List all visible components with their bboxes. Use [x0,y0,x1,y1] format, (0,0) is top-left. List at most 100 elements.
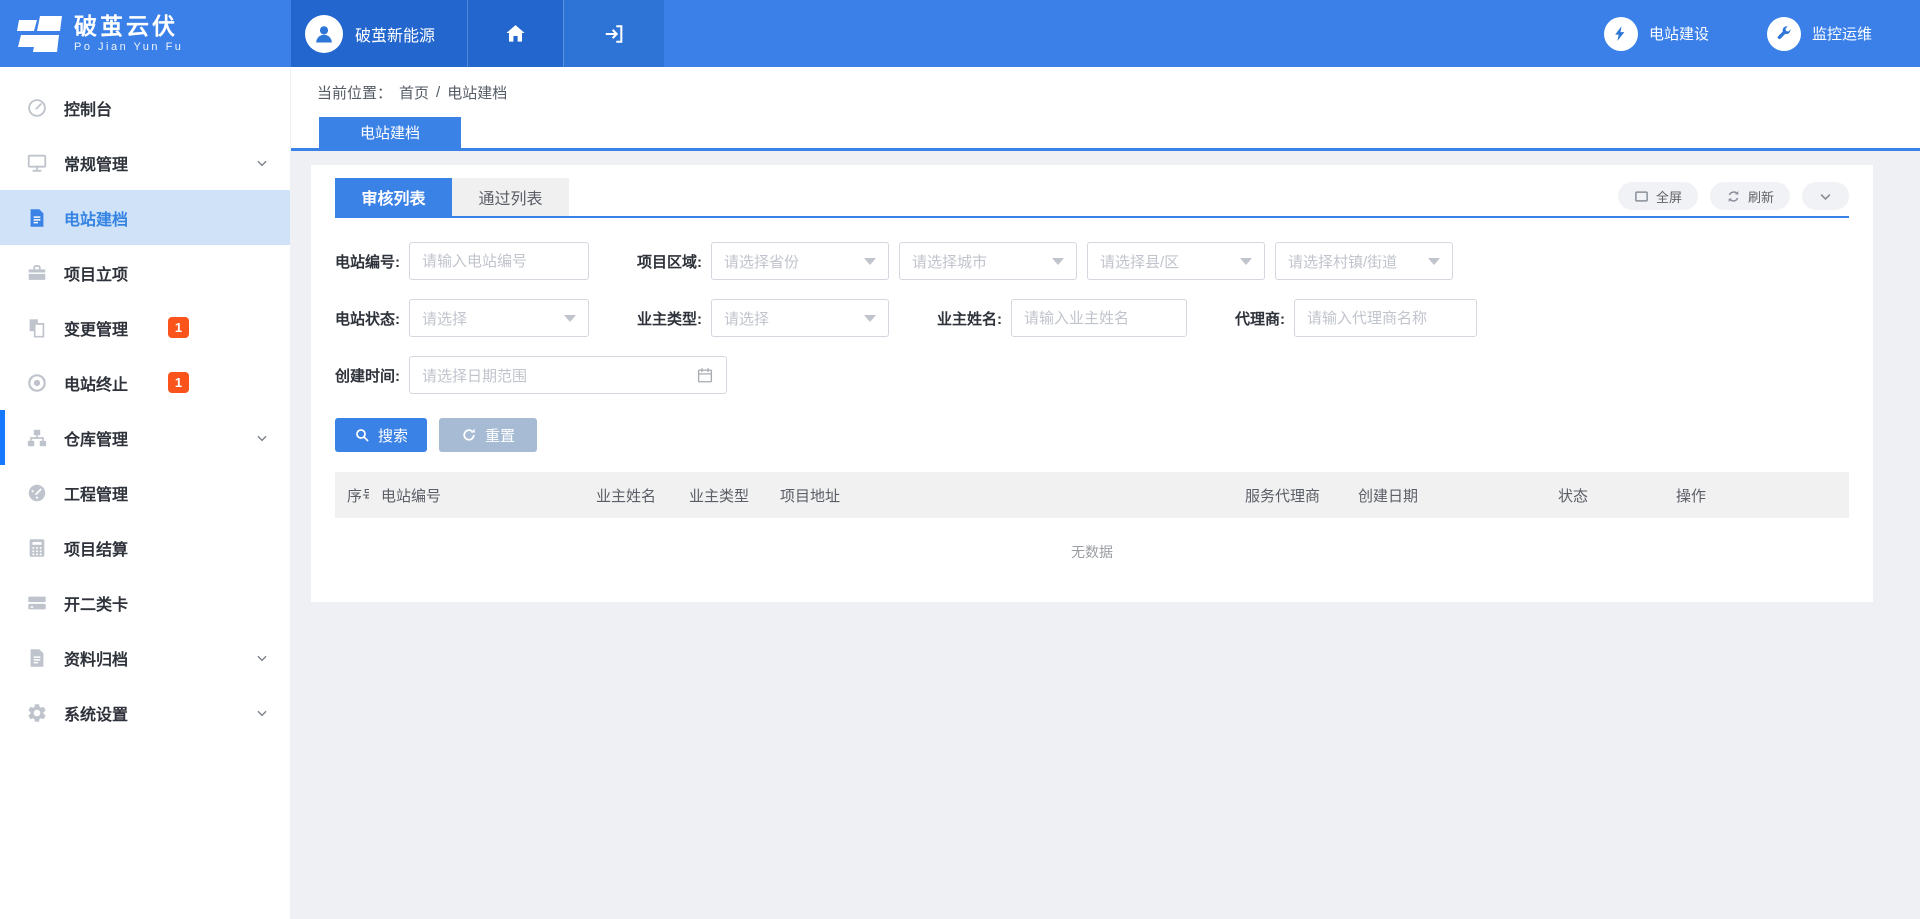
station-no-input[interactable] [409,242,589,280]
tab-passed-list[interactable]: 通过列表 [452,178,569,216]
nav-monitoring-ops[interactable]: 监控运维 [1767,17,1872,51]
tab-review-list[interactable]: 审核列表 [335,178,452,216]
province-select-value: 请选择省份 [724,251,799,272]
nav-station-construction[interactable]: 电站建设 [1604,17,1709,51]
sidebar-item-system-settings[interactable]: 系统设置 [0,685,290,740]
reset-button[interactable]: 重置 [439,418,537,452]
briefcase-icon [26,262,48,284]
record-circle-icon [26,372,48,394]
notification-badge: 1 [168,372,189,393]
brand-logo-icon [17,14,63,54]
county-select[interactable]: 请选择县/区 [1087,242,1265,280]
reset-label: 重置 [485,425,515,446]
sidebar-item-station-filing[interactable]: 电站建档 [0,190,290,245]
content-area: 审核列表 通过列表 全屏 刷新 [291,151,1920,602]
monitor-icon [26,152,48,174]
home-icon [504,22,527,45]
sidebar-item-label: 控制台 [64,96,112,120]
sidebar-item-general-management[interactable]: 常规管理 [0,135,290,190]
table-header-row: 序号 电站编号 业主姓名 业主类型 项目地址 服务代理商 创建日期 状态 操作 [335,472,1849,518]
agent-label: 代理商: [1235,308,1285,329]
breadcrumb-prefix: 当前位置： [317,82,392,103]
chevron-down-icon [1818,189,1833,204]
brand-text: 破茧云伏 Po Jian Yun Fu [74,14,183,53]
refresh-icon [1726,189,1741,204]
brand-subtitle: Po Jian Yun Fu [74,41,183,53]
create-time-label: 创建时间: [335,365,400,386]
col-create-date: 创建日期 [1346,472,1546,518]
user-section[interactable]: 破茧新能源 [291,0,467,67]
filter-form: 电站编号: 项目区域: 请选择省份 请选择城市 [335,218,1849,394]
refresh-label: 刷新 [1748,187,1774,206]
gauge-icon [26,482,48,504]
dashboard-icon [26,97,48,119]
breadcrumb-separator: / [436,84,440,101]
page-tab-station-filing[interactable]: 电站建档 [319,117,461,148]
sidebar-item-data-archive[interactable]: 资料归档 [0,630,290,685]
field-create-time: 创建时间: 请选择日期范围 [335,356,727,394]
sidebar-item-label: 仓库管理 [64,426,128,450]
top-header: 破茧云伏 Po Jian Yun Fu 破茧新能源 电站建设 [0,0,1920,67]
fullscreen-button[interactable]: 全屏 [1618,182,1698,210]
breadcrumb: 当前位置： 首页 / 电站建档 [291,67,1920,117]
home-button[interactable] [467,0,563,67]
sidebar-item-station-termination[interactable]: 电站终止 1 [0,355,290,410]
sidebar-item-open-class2-card[interactable]: 开二类卡 [0,575,290,630]
village-select[interactable]: 请选择村镇/街道 [1275,242,1453,280]
sidebar: 控制台 常规管理 电站建档 项目立项 变更管理 1 电站终止 1 [0,67,291,919]
owner-name-input[interactable] [1011,299,1187,337]
logout-icon [603,23,625,45]
chevron-down-icon [255,156,269,170]
caret-down-icon [864,258,876,265]
search-button[interactable]: 搜索 [335,418,427,452]
user-avatar[interactable] [305,15,343,53]
person-icon [312,22,336,46]
agent-input[interactable] [1294,299,1477,337]
sidebar-item-label: 开二类卡 [64,591,128,615]
col-actions: 操作 [1664,472,1849,518]
sidebar-item-engineering-management[interactable]: 工程管理 [0,465,290,520]
main-area: 当前位置： 首页 / 电站建档 电站建档 审核列表 通过列表 全屏 [291,67,1920,919]
sidebar-item-label: 变更管理 [64,316,128,340]
sidebar-item-console[interactable]: 控制台 [0,80,290,135]
breadcrumb-home-link[interactable]: 首页 [399,82,429,103]
sidebar-item-change-management[interactable]: 变更管理 1 [0,300,290,355]
chevron-down-icon [255,431,269,445]
panel-header: 审核列表 通过列表 全屏 刷新 [335,178,1849,218]
sidebar-item-label: 系统设置 [64,701,128,725]
reset-icon [461,427,477,443]
fullscreen-label: 全屏 [1656,187,1682,206]
station-filing-panel: 审核列表 通过列表 全屏 刷新 [311,165,1873,602]
field-station-status: 电站状态: 请选择 [335,299,589,337]
sidebar-item-project-settlement[interactable]: 项目结算 [0,520,290,575]
caret-down-icon [1428,258,1440,265]
project-region-label: 项目区域: [637,251,702,272]
owner-type-select[interactable]: 请选择 [711,299,889,337]
fullscreen-icon [1634,189,1649,204]
sidebar-item-warehouse-management[interactable]: 仓库管理 [0,410,290,465]
panel-toolbar: 全屏 刷新 [1606,182,1849,216]
header-right-nav: 电站建设 监控运维 [664,0,1920,67]
collapse-toggle-button[interactable] [1802,182,1849,210]
breadcrumb-current: 电站建档 [447,82,507,103]
wrench-icon [1767,17,1801,51]
file-archive-icon [26,647,48,669]
caret-down-icon [1240,258,1252,265]
county-select-value: 请选择县/区 [1100,251,1179,272]
lightning-icon [1604,17,1638,51]
refresh-button[interactable]: 刷新 [1710,182,1790,210]
date-range-picker[interactable]: 请选择日期范围 [409,356,727,394]
col-service-agent: 服务代理商 [1233,472,1346,518]
sidebar-item-label: 项目结算 [64,536,128,560]
owner-name-label: 业主姓名: [937,308,1002,329]
company-name: 破茧新能源 [355,22,435,46]
province-select[interactable]: 请选择省份 [711,242,889,280]
city-select[interactable]: 请选择城市 [899,242,1077,280]
sidebar-item-project-initiation[interactable]: 项目立项 [0,245,290,300]
field-owner-type: 业主类型: 请选择 [637,299,889,337]
logout-button[interactable] [563,0,664,67]
list-tabs: 审核列表 通过列表 [335,178,569,216]
station-status-select[interactable]: 请选择 [409,299,589,337]
sidebar-item-label: 资料归档 [64,646,128,670]
document-icon [26,207,48,229]
